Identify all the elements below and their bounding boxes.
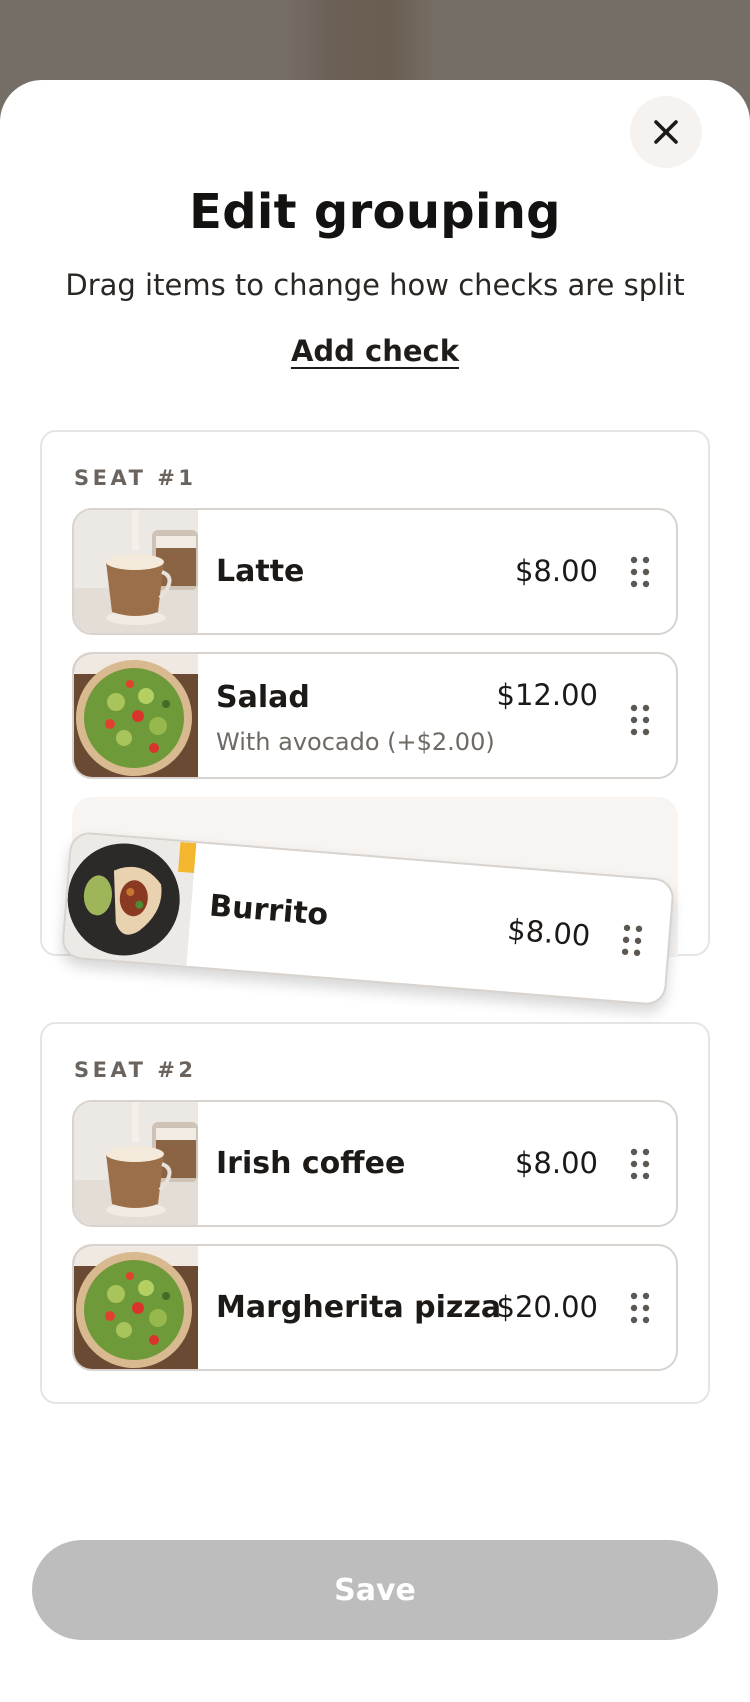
item-name: Margherita pizza [216,1290,502,1325]
item-price: $8.00 [514,1146,598,1180]
item-name: Salad [216,680,310,715]
drag-handle-icon[interactable] [630,1148,650,1180]
item-name: Burrito [208,888,330,933]
close-icon [654,120,678,144]
close-button[interactable] [630,96,702,168]
item-price: $20.00 [496,1290,598,1324]
margherita-pizza-image [74,1246,198,1369]
order-item-irish-coffee[interactable]: Irish coffee $8.00 [72,1100,678,1227]
seat-label: SEAT #1 [74,466,197,490]
item-name: Latte [216,554,305,589]
save-button[interactable]: Save [32,1540,718,1640]
item-price: $12.00 [496,678,598,712]
add-check-link[interactable]: Add check [0,334,750,368]
drag-handle-icon[interactable] [630,704,650,736]
page-title: Edit grouping [189,184,561,240]
item-modifier: With avocado (+$2.00) [216,728,495,756]
drag-handle-icon[interactable] [621,924,644,958]
item-name: Irish coffee [216,1146,406,1181]
seat-label: SEAT #2 [74,1058,197,1082]
item-price: $8.00 [514,554,598,588]
order-item-salad[interactable]: Salad $12.00 With avocado (+$2.00) [72,652,678,779]
salad-image [74,654,198,777]
order-item-latte[interactable]: Latte $8.00 [72,508,678,635]
latte-image [74,510,198,633]
drag-handle-icon[interactable] [630,1292,650,1324]
order-item-margherita-pizza[interactable]: Margherita pizza $20.00 [72,1244,678,1371]
burrito-image [62,833,197,966]
drag-handle-icon[interactable] [630,556,650,588]
irish-coffee-image [74,1102,198,1225]
item-price: $8.00 [506,912,592,953]
page-subtitle: Drag items to change how checks are spli… [65,268,685,302]
